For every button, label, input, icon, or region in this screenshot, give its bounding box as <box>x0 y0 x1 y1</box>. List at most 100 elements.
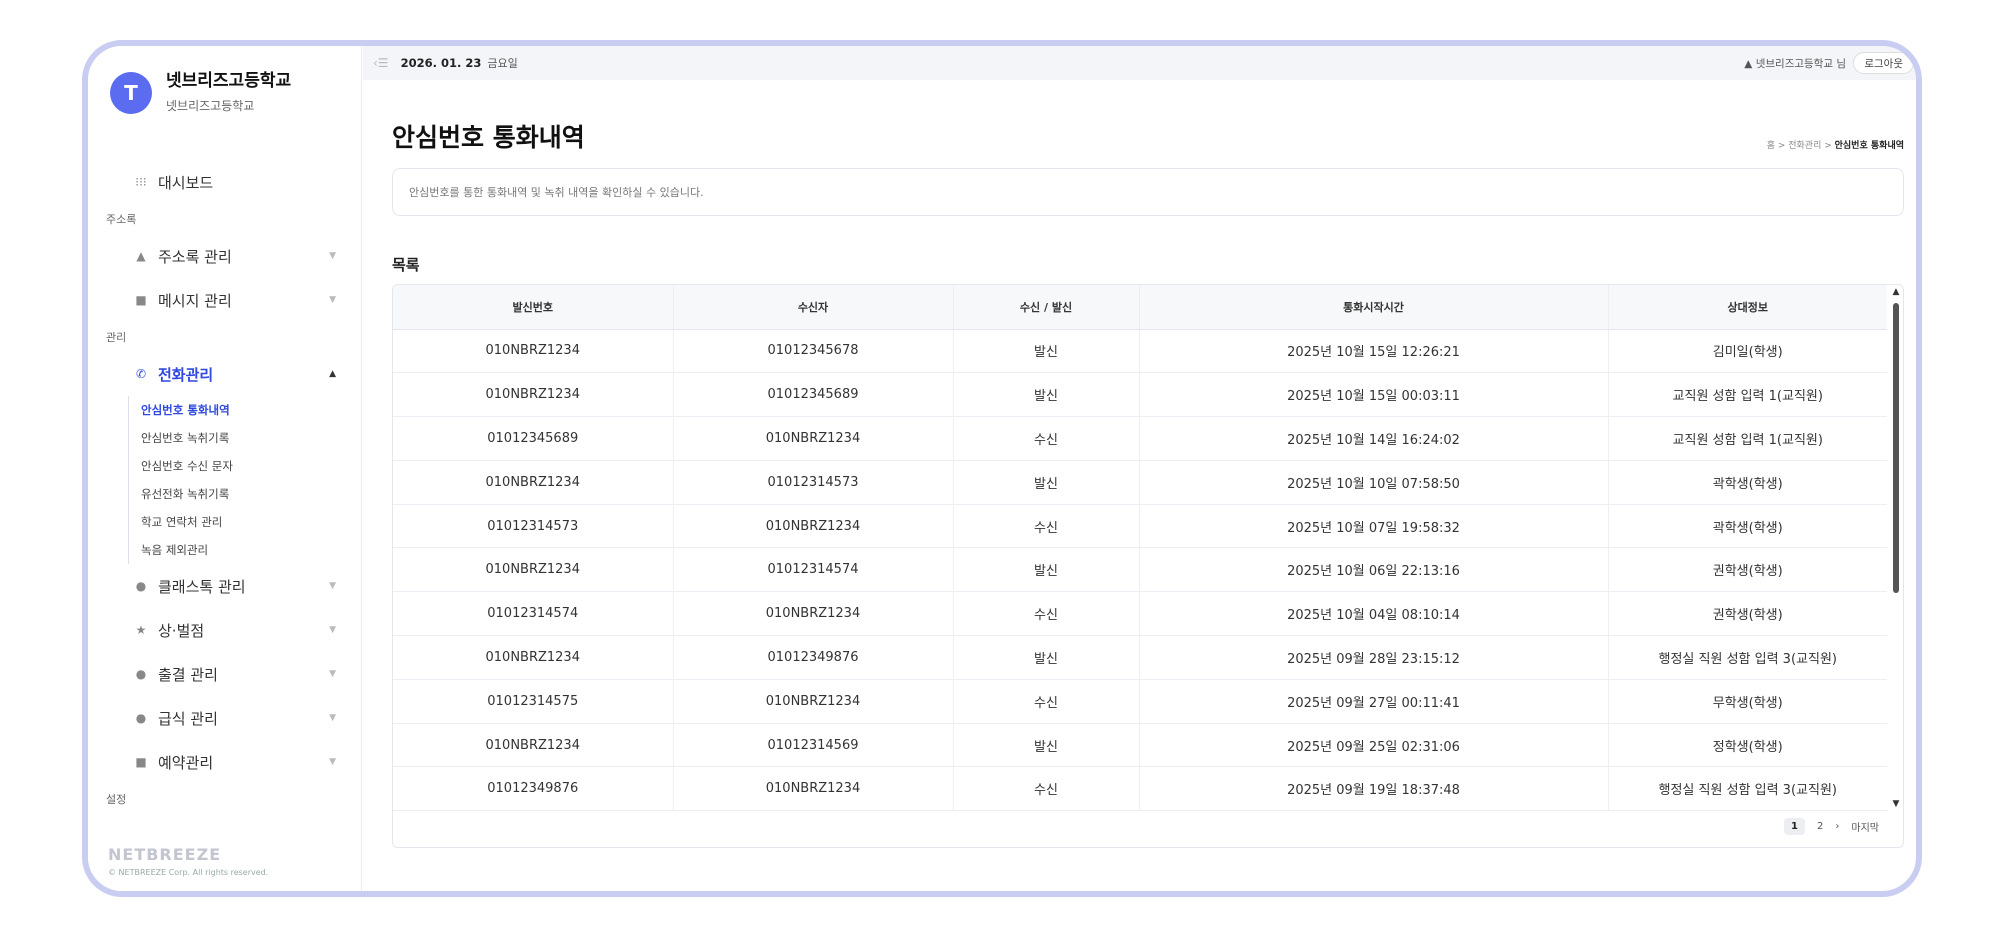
table-row[interactable]: 01012314574 010NBRZ1234 수신 2025년 10월 04일 08… <box>393 591 1887 637</box>
sidebar-item-phone[interactable]: ✆ 전화관리 ▲ <box>88 352 362 396</box>
subnav-item-recordings[interactable]: 안심번호 녹취기록 <box>129 424 362 452</box>
cell-start-time: 2025년 10월 10일 07:58:50 <box>1139 460 1609 505</box>
scroll-down-icon[interactable]: ▼ <box>1891 799 1901 809</box>
cell-start-time: 2025년 10월 14일 16:24:02 <box>1139 416 1609 461</box>
message-icon: ■ <box>135 293 147 307</box>
brand-avatar: T <box>110 72 152 114</box>
subnav-item-exclusions[interactable]: 녹음 제외관리 <box>129 536 362 564</box>
cell-receiver: 01012314574 <box>673 547 954 593</box>
page-2-button[interactable]: 2 <box>1817 821 1823 832</box>
table-header-row: 발신번호 수신자 수신 / 발신 통화시작시간 상대정보 <box>393 285 1887 330</box>
star-icon: ★ <box>135 623 147 637</box>
cell-contact-info: 김미일(학생) <box>1608 329 1887 374</box>
col-caller: 발신번호 <box>393 285 674 330</box>
phone-icon: ✆ <box>135 367 147 381</box>
school-subtitle: 넷브리즈고등학교 <box>166 99 255 113</box>
table-row[interactable]: 01012345689 010NBRZ1234 수신 2025년 10월 14일 16… <box>393 416 1887 461</box>
cell-caller: 010NBRZ1234 <box>393 372 674 418</box>
sidebar-item-label: 대시보드 <box>158 173 214 192</box>
sidebar-item-label: 상·벌점 <box>158 621 205 640</box>
cell-caller: 01012349876 <box>393 766 674 812</box>
subnav-item-contacts[interactable]: 학교 연락처 관리 <box>129 508 362 536</box>
cell-caller: 01012314574 <box>393 591 674 637</box>
table-row[interactable]: 010NBRZ1234 01012345678 발신 2025년 10월 15일 12… <box>393 329 1887 374</box>
logout-button[interactable]: 로그아웃 <box>1853 52 1914 74</box>
cell-caller: 010NBRZ1234 <box>393 635 674 680</box>
clock-icon: ● <box>135 667 147 681</box>
cell-contact-info: 행정실 직원 성함 입력 3(교직원) <box>1608 766 1887 812</box>
sidebar-item-reservation[interactable]: ■ 예약관리 ▼ <box>88 740 362 784</box>
chevron-down-icon: ▼ <box>329 713 336 723</box>
chevron-up-icon: ▲ <box>329 369 336 379</box>
cell-receiver: 010NBRZ1234 <box>673 766 954 812</box>
table-row[interactable]: 010NBRZ1234 01012314573 발신 2025년 10월 10일 07… <box>393 460 1887 505</box>
calendar-icon: ■ <box>135 755 147 769</box>
table-row[interactable]: 010NBRZ1234 01012345689 발신 2025년 10월 15일 00… <box>393 372 1887 418</box>
table-row[interactable]: 010NBRZ1234 01012314574 발신 2025년 10월 06일 22… <box>393 547 1887 593</box>
table-row[interactable]: 01012349876 010NBRZ1234 수신 2025년 09월 19일 18… <box>393 766 1887 812</box>
cell-start-time: 2025년 10월 07일 19:58:32 <box>1139 504 1609 549</box>
section-address: 주소록 <box>106 213 137 226</box>
cell-contact-info: 곽학생(학생) <box>1608 504 1887 549</box>
col-contact-info: 상대정보 <box>1608 285 1887 330</box>
menu-toggle-icon[interactable]: ‹☰ <box>373 56 389 70</box>
cell-receiver: 01012349876 <box>673 635 954 680</box>
sidebar-item-label: 전화관리 <box>158 365 214 384</box>
subnav-item-sms[interactable]: 안심번호 수신 문자 <box>129 452 362 480</box>
grid-icon: ⁝⁝⁝ <box>135 175 147 189</box>
cell-direction: 발신 <box>953 372 1140 418</box>
page-1-button[interactable]: 1 <box>1784 818 1806 835</box>
chevron-down-icon: ▼ <box>329 757 336 767</box>
cell-direction: 수신 <box>953 504 1140 549</box>
sidebar-footer: NETBREEZE © NETBREEZE Corp. All rights r… <box>108 845 268 877</box>
cell-start-time: 2025년 10월 04일 08:10:14 <box>1139 591 1609 637</box>
table-scrollbar[interactable]: ▲ ▼ <box>1891 285 1901 809</box>
col-start-time: 통화시작시간 <box>1139 285 1609 330</box>
chevron-down-icon: ▼ <box>329 625 336 635</box>
sidebar-item-attendance[interactable]: ● 출결 관리 ▼ <box>88 652 362 696</box>
cell-receiver: 01012314569 <box>673 723 954 768</box>
subnav-item-landline[interactable]: 유선전화 녹취기록 <box>129 480 362 508</box>
sidebar-item-reward[interactable]: ★ 상·벌점 ▼ <box>88 608 362 652</box>
col-direction: 수신 / 발신 <box>953 285 1140 330</box>
chevron-down-icon: ▼ <box>329 251 336 261</box>
brand: T 넷브리즈고등학교 넷브리즈고등학교 <box>110 66 291 114</box>
sidebar-item-address[interactable]: ▲ 주소록 관리 ▼ <box>88 234 362 278</box>
sidebar-item-label: 주소록 관리 <box>158 247 232 266</box>
person-icon: ▲ <box>136 249 146 263</box>
chevron-down-icon: ▼ <box>329 295 336 305</box>
table-row[interactable]: 01012314573 010NBRZ1234 수신 2025년 10월 07일 19… <box>393 504 1887 549</box>
topbar: ‹☰ 2026. 01. 23 금요일 ▲ 넷브리즈고등학교 님 로그아웃 <box>363 46 1916 80</box>
cell-contact-info: 곽학생(학생) <box>1608 460 1887 505</box>
breadcrumb-home[interactable]: 홈 <box>1767 141 1775 151</box>
breadcrumb-current: 안심번호 통화내역 <box>1834 141 1904 151</box>
cell-contact-info: 권학생(학생) <box>1608 591 1887 637</box>
sidebar-item-meal[interactable]: ● 급식 관리 ▼ <box>88 696 362 740</box>
last-page-button[interactable]: 마지막 <box>1851 819 1879 834</box>
cell-contact-info: 권학생(학생) <box>1608 547 1887 593</box>
cell-receiver: 010NBRZ1234 <box>673 591 954 637</box>
scroll-up-icon[interactable]: ▲ <box>1891 287 1901 297</box>
sidebar-item-dashboard[interactable]: ⁝⁝⁝ 대시보드 <box>88 160 362 204</box>
table-row[interactable]: 010NBRZ1234 01012349876 발신 2025년 09월 28일 23… <box>393 635 1887 680</box>
classtalk-icon: ● <box>135 579 147 593</box>
scroll-thumb[interactable] <box>1893 303 1899 593</box>
subnav-item-call-history[interactable]: 안심번호 통화내역 <box>129 396 362 424</box>
cell-receiver: 01012314573 <box>673 460 954 505</box>
sidebar-item-message[interactable]: ■ 메시지 관리 ▼ <box>88 278 362 322</box>
cell-receiver: 010NBRZ1234 <box>673 416 954 461</box>
chevron-down-icon: ▼ <box>329 581 336 591</box>
user-name-text: 넷브리즈고등학교 님 <box>1755 57 1846 70</box>
netbreeze-logo: NETBREEZE <box>108 845 222 864</box>
meal-icon: ● <box>135 711 147 725</box>
main-content: 안심번호 통화내역 홈 > 전화관리 > 안심번호 통화내역 안심번호를 통한 … <box>392 80 1904 891</box>
cell-receiver: 01012345678 <box>673 329 954 374</box>
day-of-week: 금요일 <box>487 57 518 70</box>
breadcrumb-phone[interactable]: 전화관리 <box>1788 141 1821 151</box>
table-row[interactable]: 010NBRZ1234 01012314569 발신 2025년 09월 25일 02… <box>393 723 1887 768</box>
list-title: 목록 <box>392 256 420 274</box>
table-row[interactable]: 01012314575 010NBRZ1234 수신 2025년 09월 27일 00… <box>393 679 1887 724</box>
pagination: 1 2 › 마지막 <box>1784 818 1879 835</box>
next-page-button[interactable]: › <box>1835 821 1839 832</box>
sidebar-item-classtalk[interactable]: ● 클래스톡 관리 ▼ <box>88 564 362 608</box>
